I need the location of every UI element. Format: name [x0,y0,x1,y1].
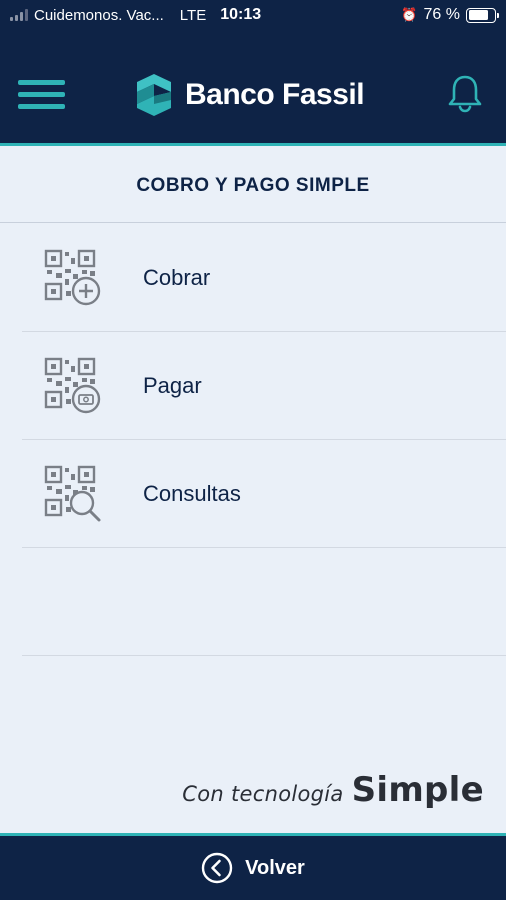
signal-icon [10,9,28,21]
status-bar: Cuidemonos. Vac... LTE 10:13 ⏰ 76 % [0,0,506,30]
network-type: LTE [179,6,207,24]
menu-item-cobrar[interactable]: Cobrar [22,224,506,332]
tagline-brand: Simple [351,770,484,810]
menu-item-label: Pagar [143,372,202,398]
menu-item-label: Consultas [143,480,241,506]
hamburger-menu-icon[interactable] [18,80,65,110]
back-label: Volver [245,856,305,879]
page-title: COBRO Y PAGO SIMPLE [136,174,370,196]
chevron-left-circle-icon [201,852,233,884]
menu-item-pagar[interactable]: Pagar [22,332,506,440]
footer-tagline: Con tecnología Simple [182,770,484,810]
battery-icon [466,7,499,23]
menu-item-consultas[interactable]: Consultas [22,440,506,548]
status-time: 10:13 [220,6,262,23]
menu-row-empty [22,548,506,656]
brand-name: Banco Fassil [185,78,365,111]
qr-search-icon [44,465,101,521]
menu-item-label: Cobrar [143,264,211,290]
alarm-icon: ⏰ [401,7,418,22]
bell-icon[interactable] [444,72,486,114]
page-title-bar: COBRO Y PAGO SIMPLE [0,149,506,223]
app-header: Banco Fassil [0,30,506,146]
menu-list: Cobrar Pagar Consultas [22,224,506,656]
fassil-logo-icon [137,74,171,116]
back-button[interactable]: Volver [0,833,506,900]
battery-percent: 76 % [423,6,460,23]
qr-pay-icon [44,357,101,413]
carrier-name: Cuidemonos. Vac... [34,6,164,24]
status-right: ⏰ 76 % [401,6,499,24]
tagline-text: Con tecnología [182,782,344,806]
qr-plus-icon [44,249,101,305]
brand: Banco Fassil [133,72,365,118]
